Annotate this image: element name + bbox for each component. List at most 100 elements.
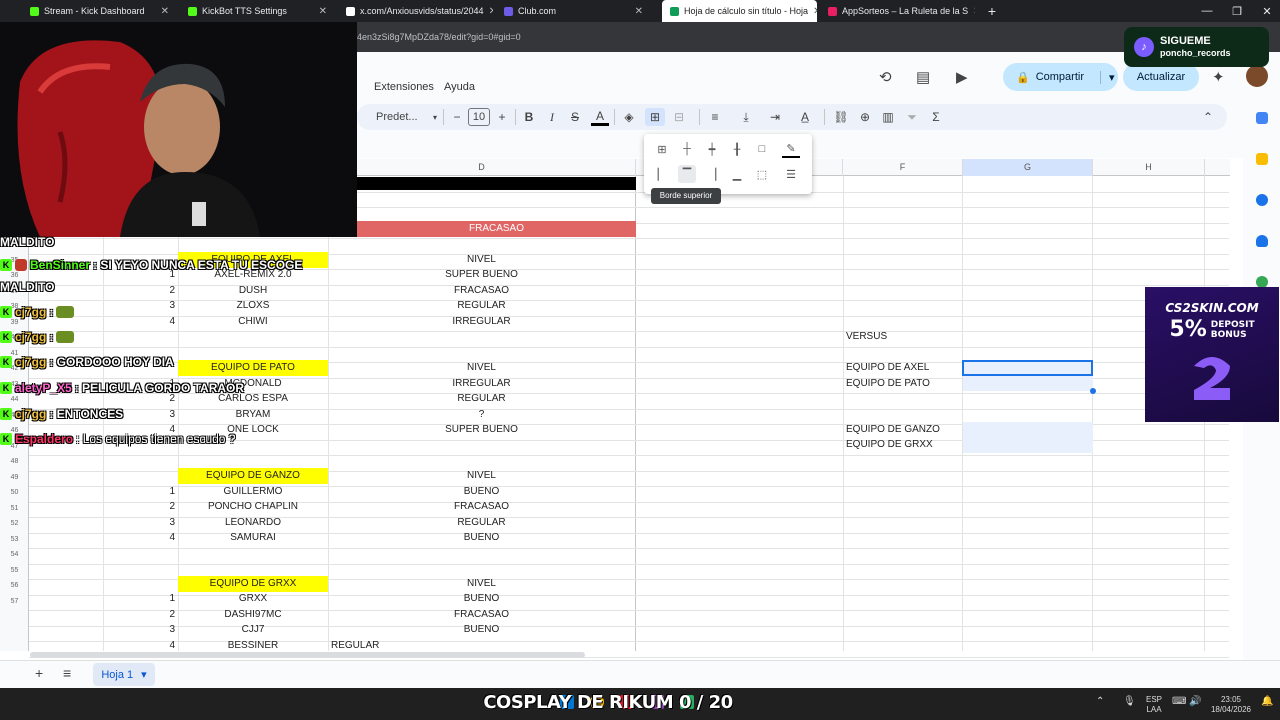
versus-team[interactable]: EQUIPO DE PATO [846,376,961,392]
player-level[interactable]: REGULAR [328,298,635,314]
column-header-h[interactable]: H [1093,159,1205,176]
close-icon[interactable]: ✕ [489,6,493,17]
text-color-button[interactable]: A [591,108,609,126]
tab-kickbot-tts[interactable]: KickBot TTS Settings ✕ [180,0,335,22]
row-header[interactable]: 54 [0,547,29,563]
nivel-header[interactable]: NIVEL [328,252,635,268]
history-icon[interactable]: ⟲ [879,68,892,86]
player-level[interactable]: BUENO [328,484,635,500]
player-number[interactable]: 2 [103,283,178,299]
nivel-header[interactable]: NIVEL [328,360,635,376]
close-icon[interactable]: ✕ [635,6,643,17]
horizontal-borders-icon[interactable]: ┿ [703,140,721,158]
player-level[interactable]: BUENO [328,622,635,638]
column-header-f[interactable]: F [843,159,963,176]
player-name[interactable]: ZLOXS [178,298,328,314]
player-number[interactable]: 2 [103,499,178,515]
italic-button[interactable]: I [543,108,561,126]
row-header[interactable]: 56 [0,578,29,594]
collapse-menu-icon[interactable]: ⌃ [1199,108,1217,126]
language-indicator[interactable]: ESP LAA [1144,695,1164,715]
border-style-icon[interactable]: ☰ [782,165,800,183]
player-number[interactable]: 4 [103,314,178,330]
nivel-header[interactable]: NIVEL [328,576,635,592]
player-number[interactable]: 3 [103,622,178,638]
notification-icon[interactable]: 🔔 [1261,697,1273,707]
player-level[interactable]: BUENO [328,530,635,546]
nivel-header[interactable]: NIVEL [328,468,635,484]
close-icon[interactable]: ✕ [319,6,327,17]
update-button[interactable]: Actualizar [1123,63,1199,91]
left-border-icon[interactable]: ▏ [653,165,671,183]
close-icon[interactable]: ✕ [973,6,975,17]
restore-icon[interactable]: ❐ [1222,0,1252,22]
selected-range[interactable] [963,422,1093,453]
outer-borders-icon[interactable]: □ [753,140,771,158]
row-header[interactable]: 57 [0,594,29,610]
column-header-d[interactable]: D [328,159,636,176]
decrease-font-button[interactable]: − [448,108,466,126]
font-size-input[interactable]: 10 [468,108,490,126]
filter-icon[interactable]: ⏷ [903,108,921,126]
row-header[interactable]: 53 [0,532,29,548]
menu-ayuda[interactable]: Ayuda [444,81,475,93]
row-header[interactable]: 51 [0,501,29,517]
row-header[interactable]: 52 [0,516,29,532]
player-name[interactable]: GUILLERMO [178,484,328,500]
row-header[interactable]: 48 [0,454,29,470]
versus-team[interactable]: EQUIPO DE GANZO [846,422,961,438]
align-left-icon[interactable]: ≡ [706,108,724,126]
tab-kick-dashboard[interactable]: Stream - Kick Dashboard ✕ [22,0,177,22]
inner-borders-icon[interactable]: ┼ [678,140,696,158]
column-header-g[interactable]: G [963,159,1093,176]
player-level[interactable]: REGULAR [328,391,635,407]
player-number[interactable]: 1 [103,484,178,500]
new-tab-button[interactable]: + [977,0,1007,22]
row-header[interactable]: 55 [0,563,29,579]
versus-team[interactable]: EQUIPO DE GRXX [846,437,961,453]
player-name[interactable]: PONCHO CHAPLIN [178,499,328,515]
player-level[interactable]: IRREGULAR [328,314,635,330]
right-border-icon[interactable]: ▕ [703,165,721,183]
player-level[interactable]: FRACASAO [328,283,635,299]
player-name[interactable]: DASHI97MC [178,607,328,623]
comment-add-icon[interactable]: ⊕ [856,108,874,126]
player-number[interactable]: 3 [103,298,178,314]
comment-icon[interactable]: ▤ [916,68,930,86]
borders-icon[interactable]: ⊞ [645,108,665,126]
vertical-align-icon[interactable]: ⤓ [737,108,755,126]
network-icon[interactable]: ⌨ [1172,697,1186,707]
player-name[interactable]: DUSH [178,283,328,299]
clear-borders-icon[interactable]: ⬚ [753,165,771,183]
increase-font-button[interactable]: + [493,108,511,126]
minimize-icon[interactable]: — [1192,0,1222,22]
player-level[interactable]: BUENO [328,591,635,607]
chevron-up-icon[interactable]: ⌃ [1096,697,1104,707]
close-icon[interactable]: ✕ [161,6,169,17]
player-number[interactable]: 3 [103,515,178,531]
player-name[interactable]: CJJ7 [178,622,328,638]
keep-icon[interactable] [1256,153,1268,165]
tab-club[interactable]: Club.com ✕ [496,0,651,22]
player-level[interactable]: FRACASAO [328,607,635,623]
player-level[interactable]: SUPER BUENO [328,267,635,283]
top-border-icon[interactable]: ▔ [678,165,696,183]
player-name[interactable]: CHIWI [178,314,328,330]
avatar[interactable] [1246,65,1268,87]
player-level[interactable]: REGULAR [328,515,635,531]
menu-extensiones[interactable]: Extensiones [374,81,434,93]
player-number[interactable]: 2 [103,607,178,623]
team-header-ganzo[interactable]: EQUIPO DE GANZO [178,468,328,484]
tab-sheets[interactable]: Hoja de cálculo sin título - Hoja ✕ [662,0,817,22]
player-name[interactable]: LEONARDO [178,515,328,531]
player-level[interactable]: ? [328,407,635,423]
chart-icon[interactable]: ▥ [879,108,897,126]
bottom-border-icon[interactable]: ▁ [728,165,746,183]
add-sheet-button[interactable]: + [35,665,43,681]
tasks-icon[interactable] [1256,194,1268,206]
strikethrough-button[interactable]: S [566,108,584,126]
player-name[interactable]: SAMURAI [178,530,328,546]
text-wrap-icon[interactable]: ⇥ [766,108,784,126]
player-name[interactable]: GRXX [178,591,328,607]
versus-team[interactable]: EQUIPO DE AXEL [846,360,961,376]
